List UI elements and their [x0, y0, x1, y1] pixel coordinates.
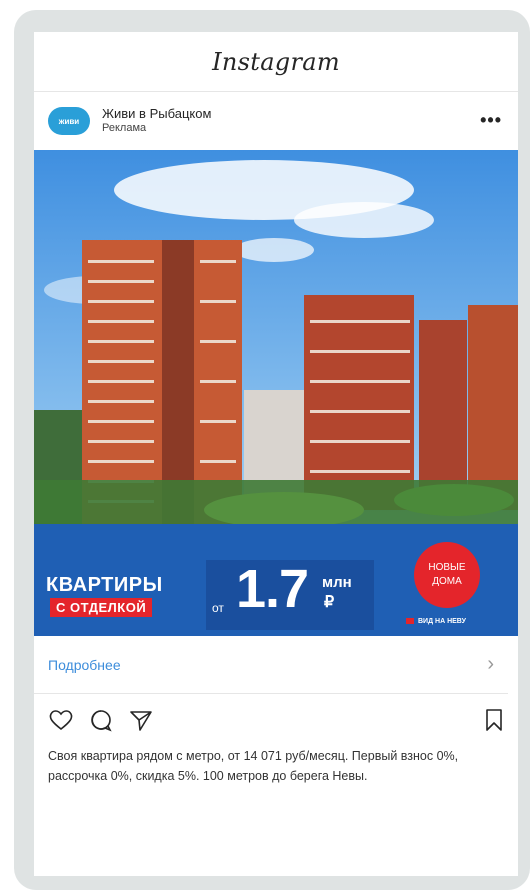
avatar[interactable]: живи [48, 107, 90, 135]
post-header: живи Живи в Рыбацком Реклама ••• [34, 92, 518, 150]
chevron-right-icon[interactable]: › [487, 653, 494, 676]
badge-dot-icon [406, 618, 414, 625]
heart-icon[interactable] [48, 708, 74, 732]
circle-text-1: НОВЫЕ [428, 562, 466, 573]
instagram-screen: Instagram живи Живи в Рыбацком Реклама •… [34, 32, 518, 876]
new-houses-badge: НОВЫЕ ДОМА [414, 542, 480, 608]
circle-text-2: ДОМА [432, 576, 462, 587]
post-caption: Своя квартира рядом с метро, от 14 071 р… [48, 749, 459, 783]
account-name[interactable]: Живи в Рыбацком [102, 107, 211, 121]
sponsored-label: Реклама [102, 122, 147, 134]
ad-image[interactable]: КВАРТИРЫ С ОТДЕЛКОЙ от 1.7 млн ₽ НОВЫЕ ДО… [34, 150, 518, 636]
banner-headline: КВАРТИРЫ [46, 574, 163, 596]
currency-symbol: ₽ [324, 594, 335, 611]
app-header: Instagram [34, 32, 518, 92]
account-info: Живи в Рыбацком Реклама [102, 107, 211, 135]
price-prefix: от [212, 601, 224, 615]
share-icon[interactable] [128, 708, 154, 732]
badge-text: ВИД НА НЕВУ [418, 618, 466, 625]
banner-subheadline: С ОТДЕЛКОЙ [50, 598, 153, 617]
more-options-icon[interactable]: ••• [480, 110, 502, 131]
learn-more-row[interactable]: Подробнее › [34, 636, 508, 694]
neva-view-badge: ВИД НА НЕВУ [406, 618, 466, 625]
price-unit: млн [322, 574, 352, 591]
comment-icon[interactable] [88, 708, 114, 732]
price-value: 1.7 [236, 559, 309, 619]
ad-banner: КВАРТИРЫ С ОТДЕЛКОЙ от 1.7 млн ₽ НОВЫЕ ДО… [34, 524, 518, 636]
instagram-logo: Instagram [212, 47, 340, 76]
post-actions [34, 694, 518, 746]
learn-more-link[interactable]: Подробнее [48, 657, 121, 673]
bookmark-icon[interactable] [484, 708, 504, 737]
